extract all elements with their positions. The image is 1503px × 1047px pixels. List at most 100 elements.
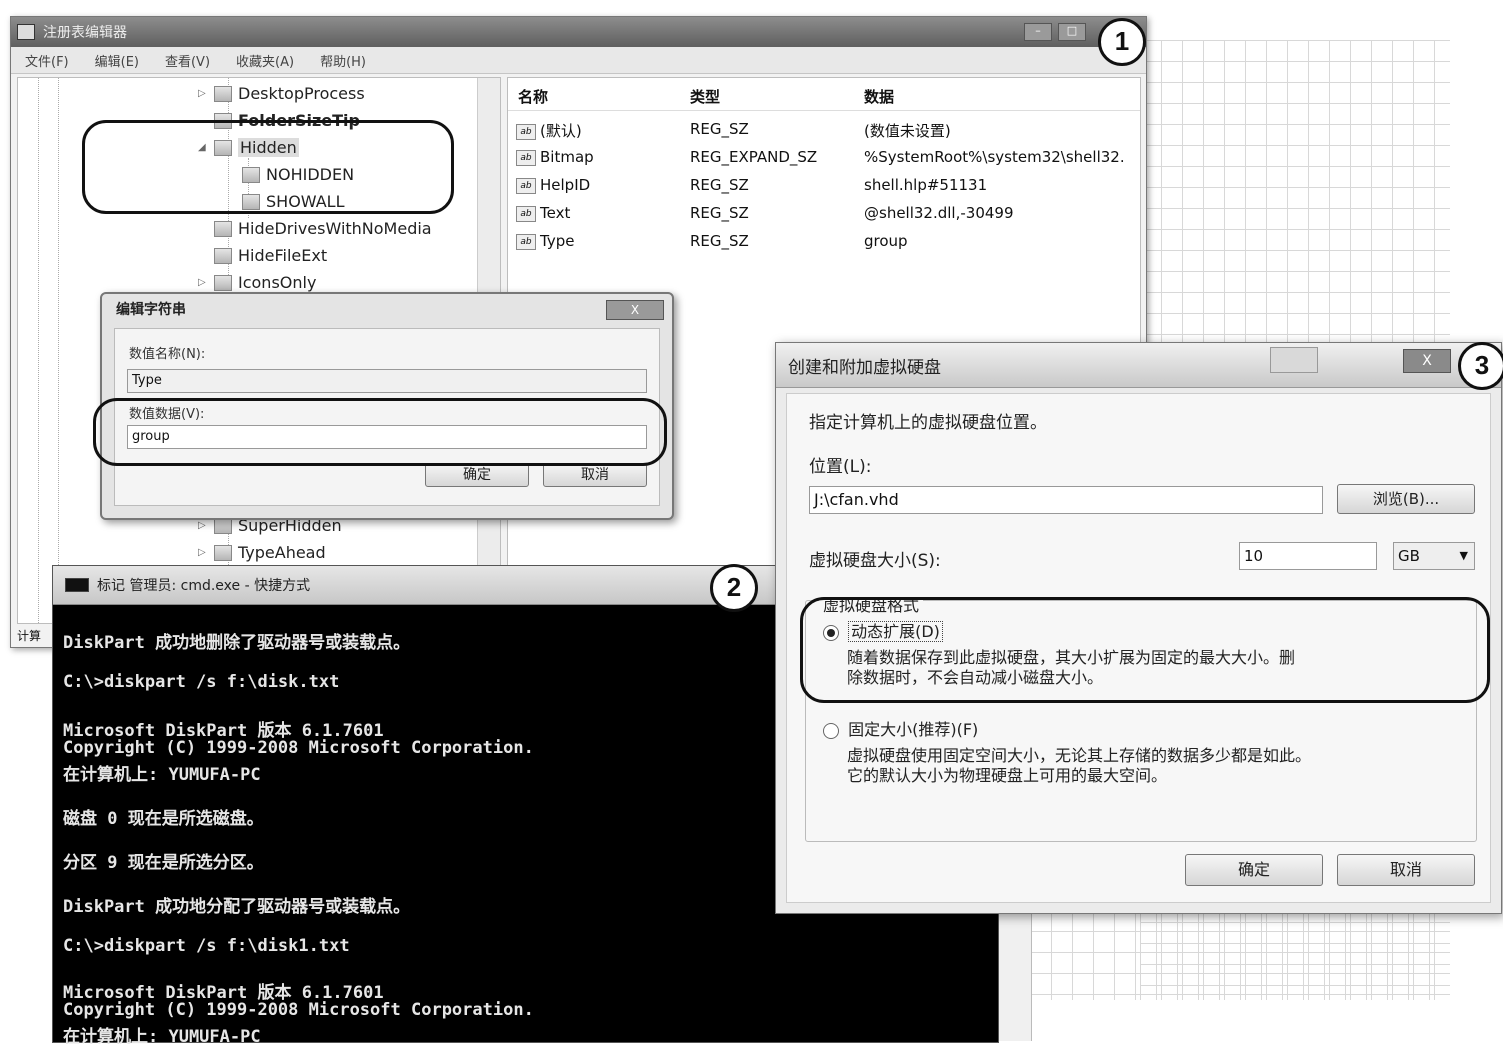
cmd-line: C:\>diskpart /s f:\disk.txt xyxy=(63,672,340,692)
string-value-icon: ab xyxy=(516,123,536,140)
menu-edit[interactable]: 编辑(E) xyxy=(95,51,139,70)
value-row[interactable]: ab Text REG_SZ @shell32.dll,-30499 xyxy=(508,200,1140,228)
registry-editor-title: 注册表编辑器 xyxy=(43,25,127,41)
tree-item-label: HideDrivesWithNoMedia xyxy=(238,219,432,238)
value-name-label: 数值名称(N): xyxy=(129,347,206,362)
menu-bar: 文件(F) 编辑(E) 查看(V) 收藏夹(A) 帮助(H) xyxy=(11,47,1146,74)
expand-arrow-icon[interactable]: ▷ xyxy=(198,520,208,531)
vhd-titlebar: 创建和附加虚拟硬盘 X xyxy=(776,343,1501,388)
value-data: (数值未设置) xyxy=(864,122,951,140)
value-type: REG_SZ xyxy=(690,232,749,250)
registry-editor-titlebar: 注册表编辑器 – □ xyxy=(11,17,1146,47)
tree-item-label: IconsOnly xyxy=(238,273,317,292)
value-row[interactable]: ab Type REG_SZ group xyxy=(508,228,1140,256)
value-name-field[interactable]: Type xyxy=(127,369,647,393)
value-name: Type xyxy=(540,232,575,250)
fixed-description-2: 它的默认大小为物理硬盘上可用的最大空间。 xyxy=(847,766,1168,785)
tree-item-typeahead[interactable]: ▷ TypeAhead xyxy=(198,543,326,562)
value-name: Text xyxy=(540,204,571,222)
size-unit-select[interactable]: GB ▼ xyxy=(1393,542,1475,570)
location-input[interactable]: J:\cfan.vhd xyxy=(809,486,1323,514)
folder-icon xyxy=(214,274,232,291)
value-type: REG_SZ xyxy=(690,204,749,222)
value-row[interactable]: ab Bitmap REG_EXPAND_SZ %SystemRoot%\syst… xyxy=(508,144,1140,172)
cmd-line: Copyright (C) 1999-2008 Microsoft Corpor… xyxy=(63,738,534,758)
menu-file[interactable]: 文件(F) xyxy=(25,51,69,70)
value-data: %SystemRoot%\system32\shell32. xyxy=(864,148,1125,166)
tree-item-desktopprocess[interactable]: ▷ DesktopProcess xyxy=(198,84,365,103)
cmd-line: 磁盘 0 现在是所选磁盘。 xyxy=(63,809,264,829)
minimize-button[interactable]: – xyxy=(1024,23,1052,41)
callout-oval-hidden-keys xyxy=(82,120,454,214)
value-data: @shell32.dll,-30499 xyxy=(864,204,1014,222)
expand-arrow-icon[interactable]: ▷ xyxy=(198,547,208,558)
edit-string-title: 编辑字符串 xyxy=(116,302,186,318)
fixed-label: 固定大小(推荐)(F) xyxy=(848,720,979,739)
value-row[interactable]: ab HelpID REG_SZ shell.hlp#51131 xyxy=(508,172,1140,200)
callout-oval-dynamic-option xyxy=(800,597,1490,703)
folder-icon xyxy=(214,544,232,561)
column-header-data[interactable]: 数据 xyxy=(864,86,894,107)
value-type: REG_SZ xyxy=(690,176,749,194)
value-name: Bitmap xyxy=(540,148,594,166)
browse-button[interactable]: 浏览(B)... xyxy=(1337,484,1475,514)
tree-item-label: TypeAhead xyxy=(238,543,326,562)
string-value-icon: ab xyxy=(516,177,536,194)
close-button[interactable]: X xyxy=(606,300,664,320)
value-type: REG_EXPAND_SZ xyxy=(690,148,818,166)
value-name: (默认) xyxy=(540,122,582,140)
value-row[interactable]: ab (默认) REG_SZ (数值未设置) xyxy=(508,116,1140,144)
column-header-name[interactable]: 名称 xyxy=(518,86,548,107)
value-name: HelpID xyxy=(540,176,591,194)
cmd-line: 在计算机上: YUMUFA-PC xyxy=(63,1027,261,1047)
value-type: REG_SZ xyxy=(690,120,749,138)
string-value-icon: ab xyxy=(516,149,536,166)
expand-arrow-icon[interactable]: ▷ xyxy=(198,88,208,99)
column-header-type[interactable]: 类型 xyxy=(690,86,720,107)
location-label: 位置(L): xyxy=(809,457,872,477)
vhd-title: 创建和附加虚拟硬盘 xyxy=(788,357,941,378)
maximize-button[interactable] xyxy=(1270,347,1318,373)
close-button[interactable]: X xyxy=(1403,349,1451,373)
radio-unselected-icon[interactable] xyxy=(823,722,839,739)
menu-view[interactable]: 查看(V) xyxy=(165,51,210,70)
size-unit-value: GB xyxy=(1398,547,1420,565)
size-label: 虚拟硬盘大小(S): xyxy=(809,551,941,571)
cmd-app-icon xyxy=(65,578,89,592)
string-value-icon: ab xyxy=(516,233,536,250)
size-input[interactable]: 10 xyxy=(1239,542,1377,570)
step-badge-1: 1 xyxy=(1098,18,1146,66)
value-data: group xyxy=(864,232,908,250)
folder-icon xyxy=(214,220,232,237)
ok-button[interactable]: 确定 xyxy=(1185,854,1323,886)
menu-favorites[interactable]: 收藏夹(A) xyxy=(236,51,294,70)
cmd-line: DiskPart 成功地分配了驱动器号或装载点。 xyxy=(63,897,411,917)
cancel-button[interactable]: 取消 xyxy=(1337,854,1475,886)
value-data: shell.hlp#51131 xyxy=(864,176,988,194)
step-badge-3: 3 xyxy=(1458,342,1503,390)
fixed-option[interactable]: 固定大小(推荐)(F) xyxy=(823,720,978,740)
chevron-down-icon: ▼ xyxy=(1459,549,1468,562)
tree-item-hidedriveswithnomedia[interactable]: HideDrivesWithNoMedia xyxy=(198,219,432,238)
vhd-instruction: 指定计算机上的虚拟硬盘位置。 xyxy=(809,413,1047,433)
tree-item-hidefileext[interactable]: HideFileExt xyxy=(198,246,327,265)
grid-paper-background-lower xyxy=(1030,910,1450,1000)
regedit-app-icon xyxy=(17,24,35,40)
tree-item-label: HideFileExt xyxy=(238,246,328,265)
tree-item-label: DesktopProcess xyxy=(238,84,365,103)
tree-item-iconsonly[interactable]: ▷ IconsOnly xyxy=(198,273,316,292)
cmd-line: Copyright (C) 1999-2008 Microsoft Corpor… xyxy=(63,1000,534,1020)
expand-arrow-icon[interactable]: ▷ xyxy=(198,277,208,288)
menu-help[interactable]: 帮助(H) xyxy=(320,51,366,70)
folder-icon xyxy=(214,85,232,102)
cmd-title: 标记 管理员: cmd.exe - 快捷方式 xyxy=(97,578,311,594)
ok-button[interactable]: 确定 xyxy=(425,463,529,487)
string-value-icon: ab xyxy=(516,205,536,222)
cancel-button[interactable]: 取消 xyxy=(543,463,647,487)
maximize-button[interactable]: □ xyxy=(1058,23,1086,41)
folder-icon xyxy=(214,247,232,264)
cmd-line: C:\>diskpart /s f:\disk1.txt xyxy=(63,936,350,956)
cmd-line: DiskPart 成功地删除了驱动器号或装载点。 xyxy=(63,633,411,653)
callout-oval-value-data xyxy=(93,398,667,466)
cmd-line: 分区 9 现在是所选分区。 xyxy=(63,853,264,873)
